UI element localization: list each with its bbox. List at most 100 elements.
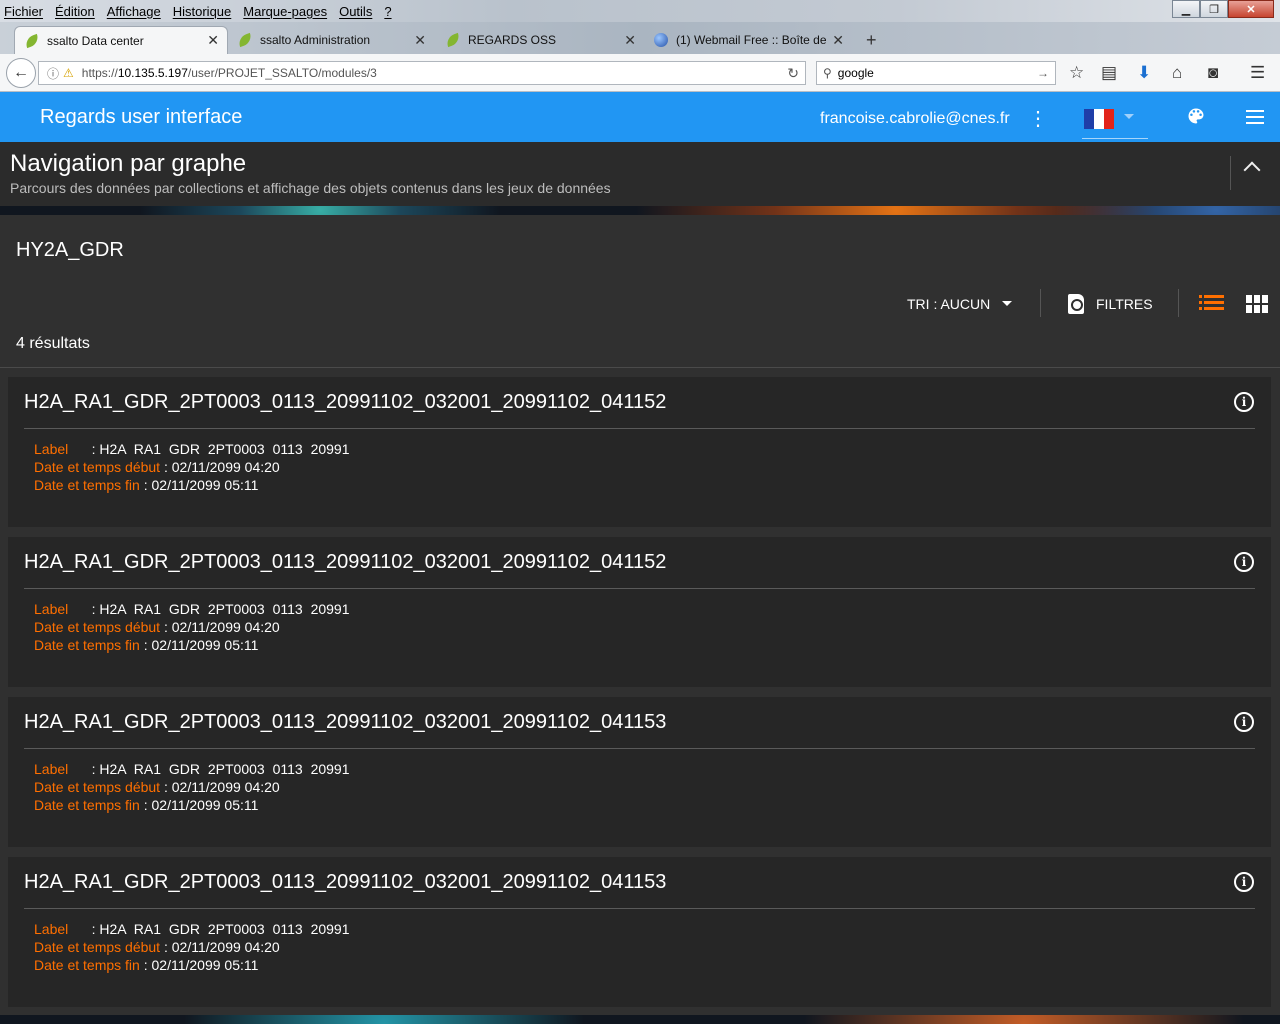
attr-value-label: H2A RA1 GDR 2PT0003 0113 20991	[99, 761, 350, 777]
locale-select-underline	[1082, 138, 1148, 139]
close-tab-icon[interactable]: ✕	[832, 32, 844, 49]
divider	[0, 367, 1280, 368]
attr-key-end: Date et temps fin	[34, 957, 140, 973]
attr-value-end: 02/11/2099 05:11	[151, 637, 259, 653]
menu-fichier[interactable]: Fichier	[4, 4, 43, 19]
app-title[interactable]: Regards user interface	[40, 106, 242, 129]
dataset-title: HY2A_GDR	[16, 239, 124, 261]
tab-label: ssalto Data center	[47, 33, 144, 48]
attr-key-end: Date et temps fin	[34, 637, 140, 653]
close-tab-icon[interactable]: ✕	[414, 32, 426, 49]
result-title[interactable]: H2A_RA1_GDR_2PT0003_0113_20991102_032001…	[24, 391, 666, 414]
module-title: Navigation par graphe	[10, 150, 247, 177]
browser-menubar: Fichier Édition Affichage Historique Mar…	[0, 0, 1280, 22]
attr-value-end: 02/11/2099 05:11	[151, 797, 259, 813]
sort-caret-icon[interactable]	[1002, 301, 1012, 306]
result-title[interactable]: H2A_RA1_GDR_2PT0003_0113_20991102_032001…	[24, 871, 666, 894]
reading-list-icon[interactable]: ▤	[1101, 63, 1117, 83]
home-icon[interactable]: ⌂	[1172, 63, 1182, 83]
divider	[24, 908, 1255, 909]
url-prefix: https://	[81, 66, 118, 80]
close-window-button[interactable]: ✕	[1228, 0, 1274, 18]
info-icon[interactable]: i	[1234, 392, 1254, 412]
reload-icon[interactable]: ↻	[787, 65, 799, 82]
pocket-icon[interactable]: ◙	[1208, 63, 1218, 83]
attr-value-end: 02/11/2099 05:11	[151, 957, 259, 973]
menu-marque-pages[interactable]: Marque-pages	[243, 4, 327, 19]
restore-button[interactable]: ❐	[1200, 0, 1228, 18]
menu-historique[interactable]: Historique	[173, 4, 232, 19]
module-subtitle: Parcours des données par collections et …	[10, 180, 611, 196]
url-bar[interactable]: ⓘ ⚠ https:// 10.135.5.197 /user/PROJET_S…	[38, 61, 806, 85]
search-icon: ⚲	[823, 66, 832, 80]
info-icon[interactable]: i	[1234, 712, 1254, 732]
result-card[interactable]: H2A_RA1_GDR_2PT0003_0113_20991102_032001…	[8, 377, 1271, 527]
filters-button[interactable]: FILTRES	[1096, 296, 1153, 312]
search-bar[interactable]: ⚲ google →	[816, 61, 1056, 85]
tab-ssalto-data-center[interactable]: ssalto Data center ✕	[14, 26, 228, 54]
french-flag-icon[interactable]	[1084, 109, 1114, 129]
menu-outils[interactable]: Outils	[339, 4, 372, 19]
browser-menu-icon[interactable]: ☰	[1250, 63, 1265, 83]
result-card[interactable]: H2A_RA1_GDR_2PT0003_0113_20991102_032001…	[8, 857, 1271, 1007]
bookmark-star-icon[interactable]: ☆	[1069, 63, 1084, 83]
attr-value-label: H2A RA1 GDR 2PT0003 0113 20991	[99, 441, 350, 457]
minimize-button[interactable]: ▁	[1172, 0, 1200, 18]
user-email[interactable]: francoise.cabrolie@cnes.fr	[820, 110, 1010, 128]
result-attributes: Label : H2A RA1 GDR 2PT0003 0113 20991 D…	[34, 921, 350, 973]
browser-navbar: ← ⓘ ⚠ https:// 10.135.5.197 /user/PROJET…	[0, 54, 1280, 92]
result-title[interactable]: H2A_RA1_GDR_2PT0003_0113_20991102_032001…	[24, 711, 666, 734]
result-attributes: Label : H2A RA1 GDR 2PT0003 0113 20991 D…	[34, 761, 350, 813]
tab-label: (1) Webmail Free :: Boîte de r	[676, 33, 826, 47]
locale-dropdown-caret-icon[interactable]	[1124, 114, 1134, 119]
attr-value-label: H2A RA1 GDR 2PT0003 0113 20991	[99, 601, 350, 617]
sort-select[interactable]: TRI : AUCUN	[907, 296, 990, 312]
hamburger-menu-icon[interactable]	[1246, 110, 1264, 128]
tab-ssalto-administration[interactable]: ssalto Administration ✕	[228, 26, 434, 54]
list-view-icon[interactable]	[1199, 295, 1225, 313]
attr-value-start: 02/11/2099 04:20	[171, 619, 280, 635]
info-icon[interactable]: i	[1234, 872, 1254, 892]
filter-search-icon[interactable]	[1068, 294, 1084, 314]
tab-label: ssalto Administration	[260, 33, 371, 47]
search-go-icon[interactable]: →	[1037, 66, 1049, 80]
attr-key-end: Date et temps fin	[34, 797, 140, 813]
tab-webmail[interactable]: (1) Webmail Free :: Boîte de r ✕	[644, 26, 852, 54]
divider	[24, 588, 1255, 589]
menu-affichage[interactable]: Affichage	[107, 4, 161, 19]
menu-aide[interactable]: ?	[384, 4, 391, 19]
attr-key-label: Label	[34, 601, 69, 617]
divider	[1040, 289, 1041, 317]
divider	[1178, 289, 1179, 317]
warning-icon: ⚠	[63, 66, 74, 80]
result-title[interactable]: H2A_RA1_GDR_2PT0003_0113_20991102_032001…	[24, 551, 666, 574]
palette-icon[interactable]	[1186, 106, 1206, 126]
spring-leaf-icon	[444, 32, 462, 48]
attr-value-start: 02/11/2099 04:20	[171, 459, 280, 475]
info-icon[interactable]: ⓘ	[47, 65, 59, 82]
attr-key-label: Label	[34, 761, 69, 777]
divider	[24, 428, 1255, 429]
menu-edition[interactable]: Édition	[55, 4, 95, 19]
window-controls: ▁ ❐ ✕	[1172, 0, 1274, 18]
result-attributes: Label : H2A RA1 GDR 2PT0003 0113 20991 D…	[34, 601, 350, 653]
results-panel: HY2A_GDR TRI : AUCUN FILTRES 4 résultats…	[0, 215, 1280, 1015]
grid-view-icon[interactable]	[1246, 295, 1268, 313]
attr-value-end: 02/11/2099 05:11	[151, 477, 259, 493]
app-header: Regards user interface francoise.cabroli…	[0, 92, 1280, 142]
tab-label: REGARDS OSS	[468, 33, 557, 47]
search-value: google	[837, 66, 874, 80]
result-card[interactable]: H2A_RA1_GDR_2PT0003_0113_20991102_032001…	[8, 697, 1271, 847]
info-icon[interactable]: i	[1234, 552, 1254, 572]
close-tab-icon[interactable]: ✕	[207, 32, 219, 49]
more-vert-icon[interactable]: ⋮	[1028, 106, 1048, 131]
spring-leaf-icon	[236, 32, 254, 48]
new-tab-button[interactable]: +	[866, 30, 877, 51]
back-button[interactable]: ←	[6, 58, 36, 88]
chevron-up-icon[interactable]	[1243, 161, 1261, 179]
close-tab-icon[interactable]: ✕	[624, 32, 636, 49]
spring-leaf-icon	[23, 33, 41, 48]
download-icon[interactable]: ⬇	[1137, 63, 1151, 83]
result-card[interactable]: H2A_RA1_GDR_2PT0003_0113_20991102_032001…	[8, 537, 1271, 687]
tab-regards-oss[interactable]: REGARDS OSS ✕	[436, 26, 644, 54]
